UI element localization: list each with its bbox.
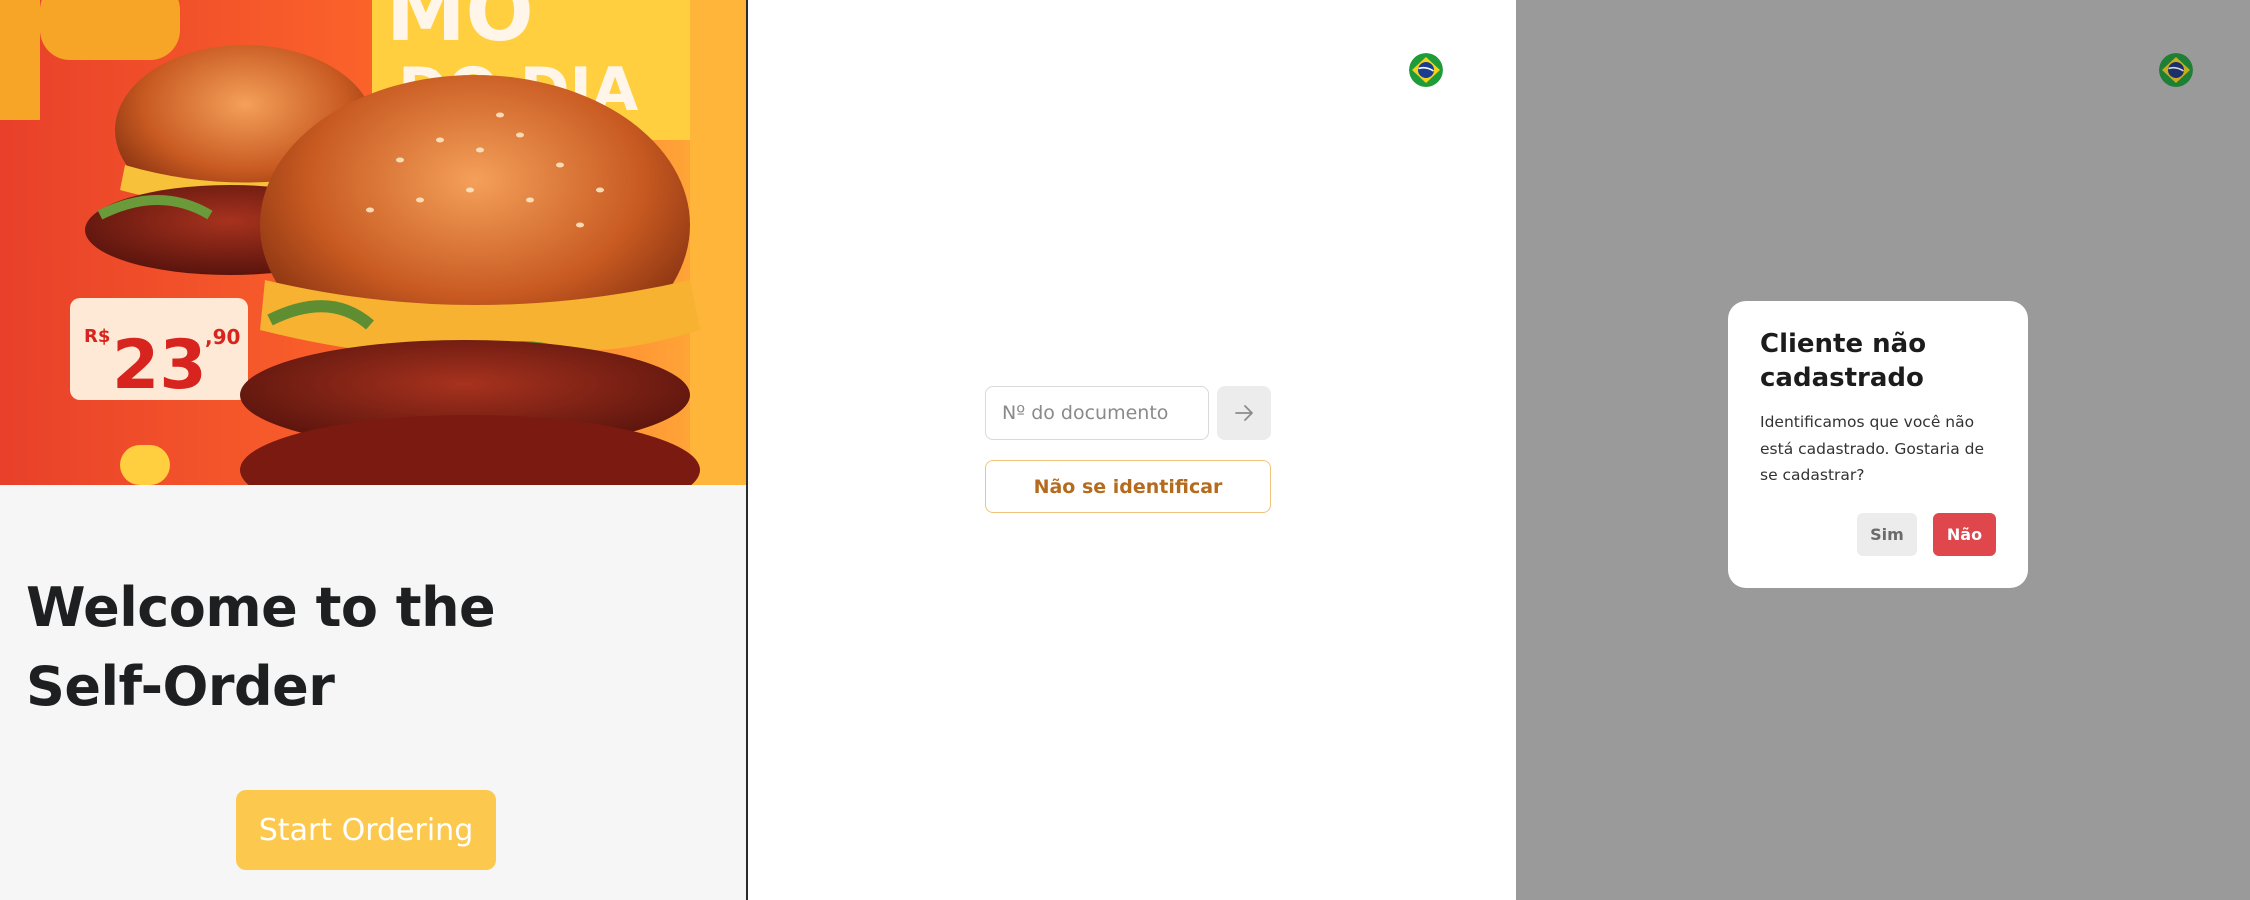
brazil-flag-icon[interactable] (2159, 53, 2193, 87)
document-number-input[interactable] (985, 386, 1209, 440)
not-registered-dialog: Cliente não cadastrado Identificamos que… (1728, 301, 2028, 588)
start-ordering-button[interactable]: Start Ordering (236, 790, 496, 870)
price-main: 23 (112, 326, 207, 405)
brazil-flag-icon[interactable] (1409, 53, 1443, 87)
no-button[interactable]: Não (1933, 513, 1996, 556)
welcome-screen: MO DO DIA R$ 23 ,90 (0, 0, 746, 900)
skip-identification-button[interactable]: Não se identificar (985, 460, 1271, 513)
price-cents: ,90 (205, 325, 240, 349)
identification-screen: Não se identificar (748, 0, 1516, 900)
dialog-actions: Sim Não (1857, 513, 1996, 556)
registration-prompt-screen: Cliente não cadastrado Identificamos que… (1516, 0, 2250, 900)
arrow-right-icon (1235, 405, 1253, 421)
banner-text-top: MO (386, 0, 534, 59)
welcome-title: Welcome to the Self-Order (26, 576, 496, 718)
yes-button[interactable]: Sim (1857, 513, 1917, 556)
hero-burger-image: MO DO DIA R$ 23 ,90 (0, 0, 746, 485)
price-currency: R$ (84, 326, 110, 347)
dialog-message: Identificamos que você não está cadastra… (1760, 413, 1985, 484)
submit-document-button[interactable] (1217, 386, 1271, 440)
dialog-title: Cliente não cadastrado (1760, 329, 1927, 393)
